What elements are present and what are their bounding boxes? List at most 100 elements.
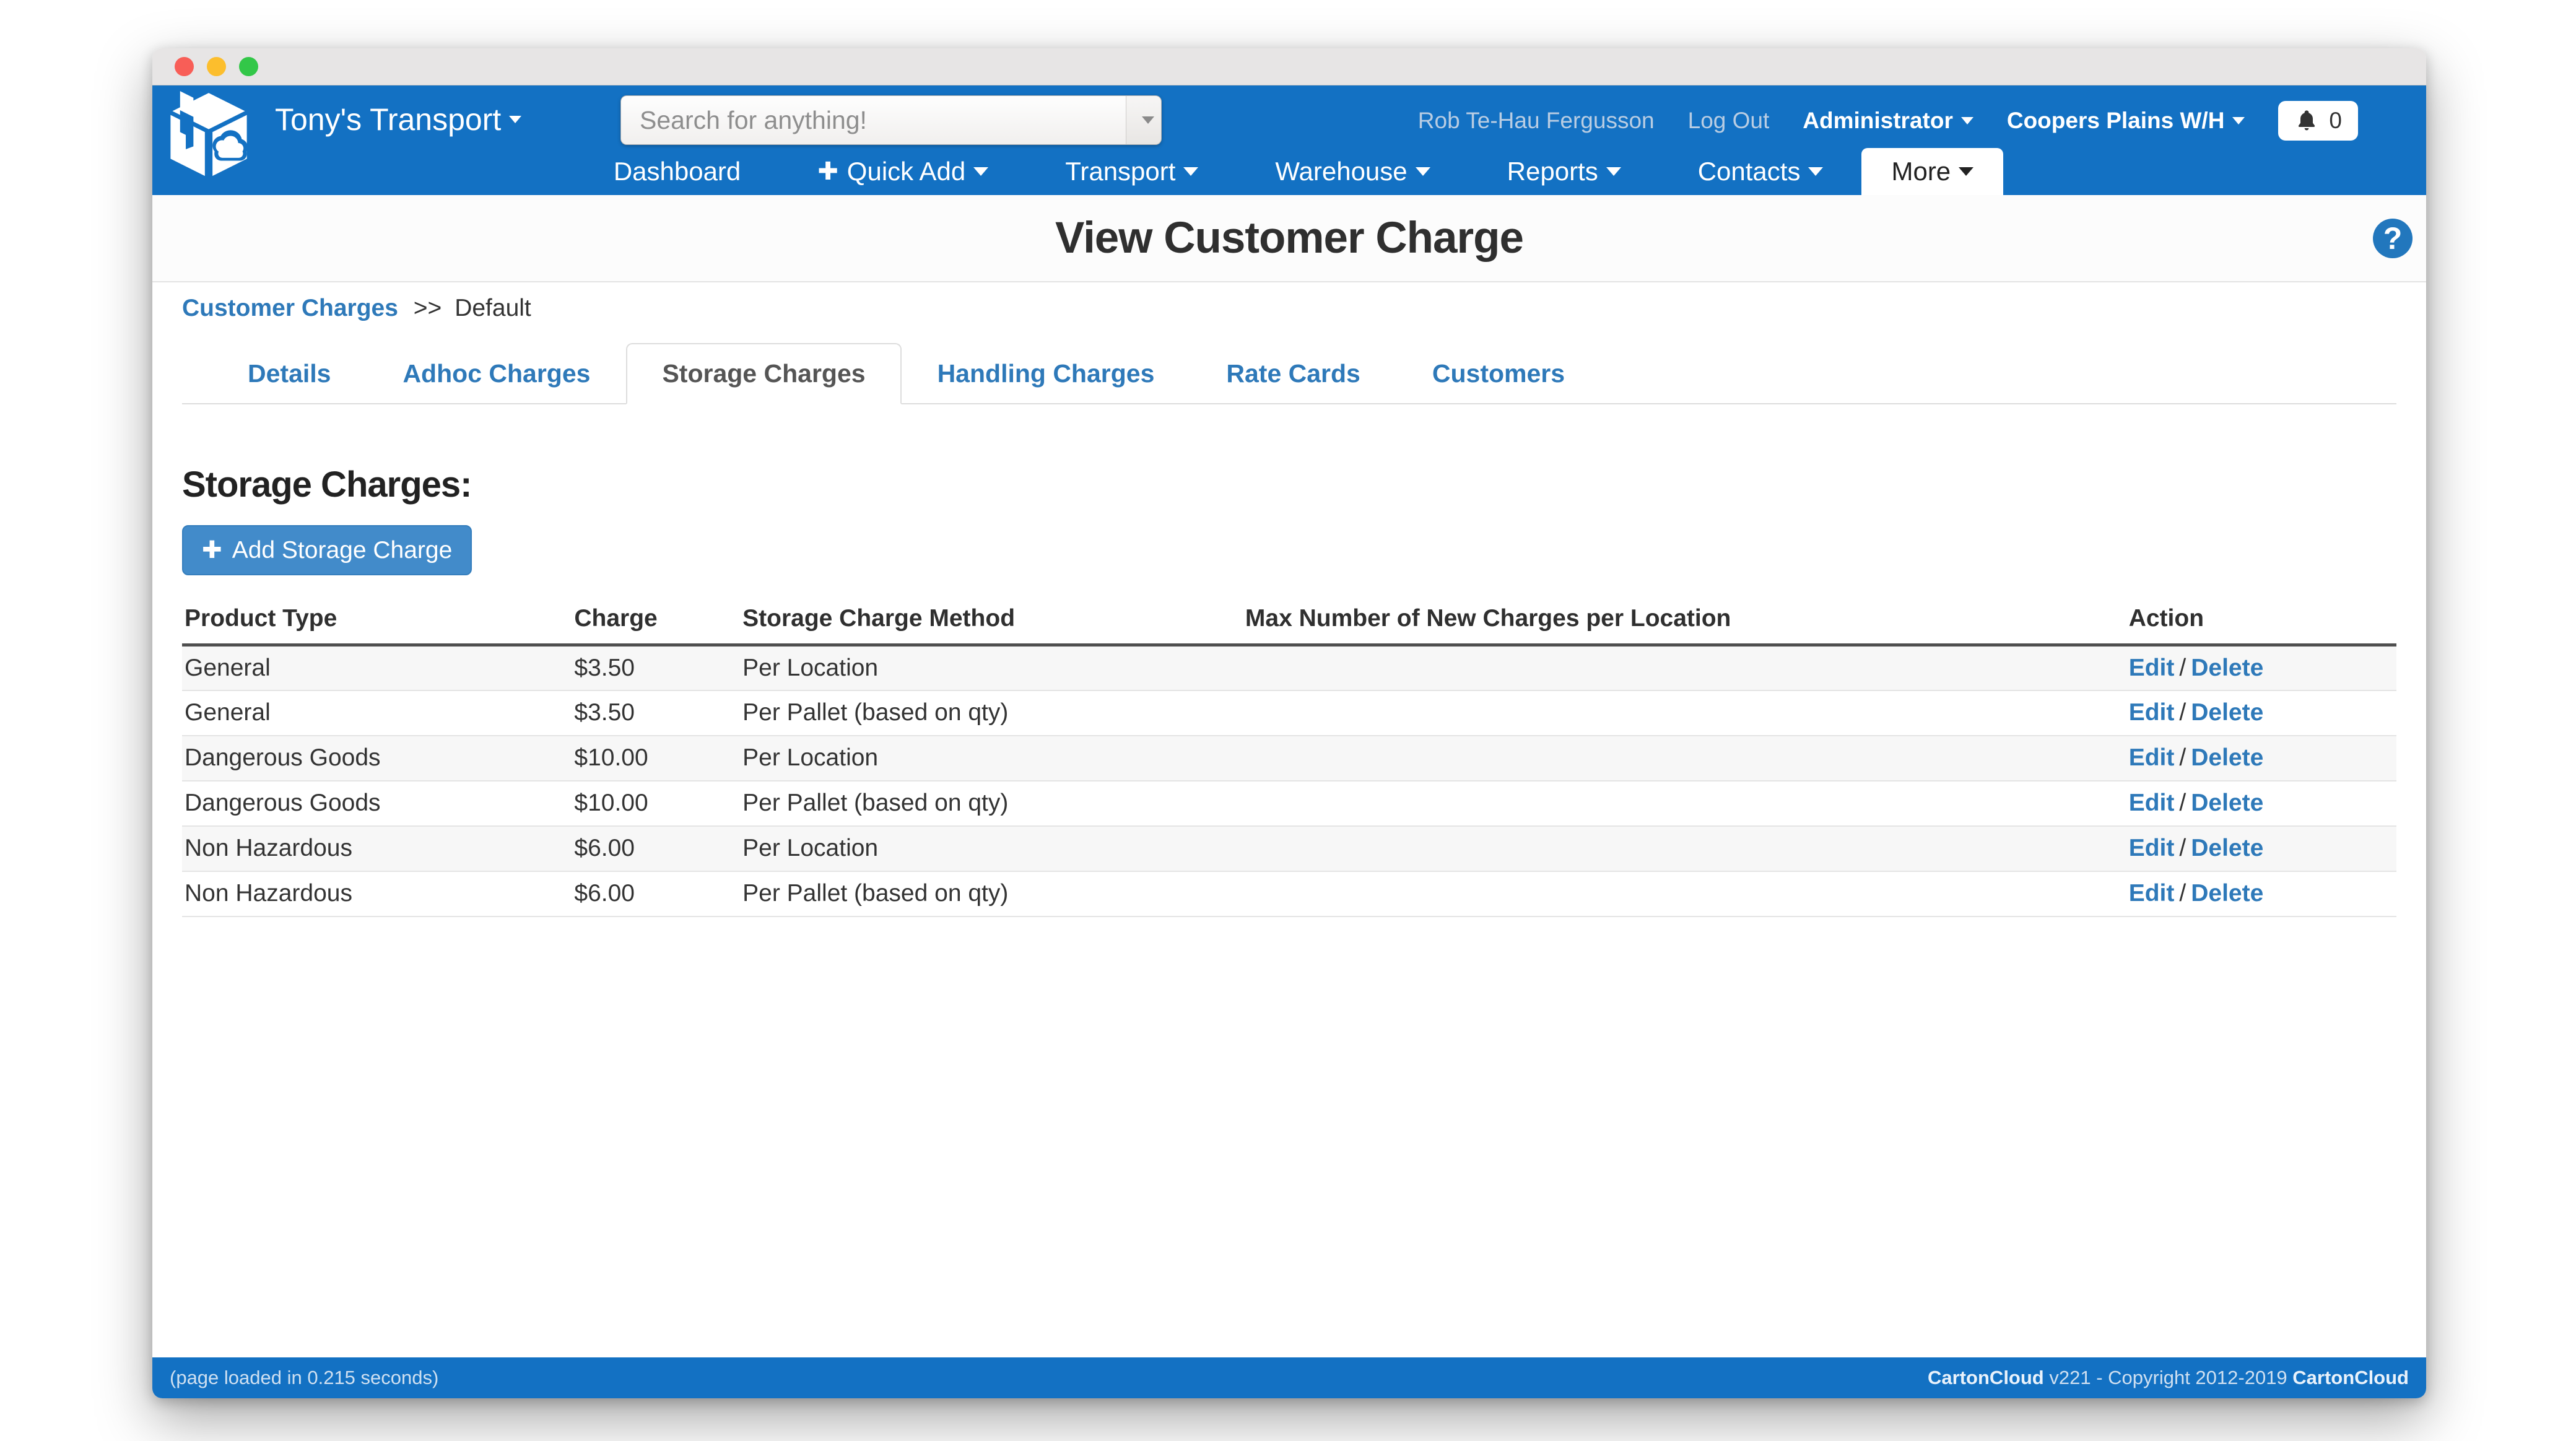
edit-link[interactable]: Edit bbox=[2129, 880, 2175, 907]
chevron-down-icon bbox=[1416, 167, 1430, 176]
edit-link[interactable]: Edit bbox=[2129, 744, 2175, 771]
main-nav: Dashboard ✚ Quick Add Transport Warehous… bbox=[152, 148, 2426, 195]
delete-link[interactable]: Delete bbox=[2191, 880, 2263, 907]
cell-max-charges bbox=[1243, 781, 2126, 826]
plus-icon: ✚ bbox=[202, 536, 222, 564]
nav-more[interactable]: More bbox=[1861, 148, 2003, 195]
tab-details[interactable]: Details bbox=[212, 343, 367, 404]
nav-contacts[interactable]: Contacts bbox=[1660, 148, 1862, 195]
warehouse-label: Coopers Plains W/H bbox=[2007, 108, 2225, 134]
cell-actions: Edit/Delete bbox=[2126, 826, 2396, 871]
global-search bbox=[620, 95, 1162, 145]
tab-storage-charges[interactable]: Storage Charges bbox=[626, 343, 901, 404]
edit-link[interactable]: Edit bbox=[2129, 699, 2175, 726]
notifications-button[interactable]: 0 bbox=[2278, 101, 2358, 141]
minimize-button[interactable] bbox=[207, 57, 226, 76]
action-separator: / bbox=[2179, 880, 2186, 907]
storage-charges-table: Product Type Charge Storage Charge Metho… bbox=[182, 605, 2396, 917]
cell-max-charges bbox=[1243, 871, 2126, 916]
bell-icon bbox=[2294, 108, 2319, 133]
page-content: Customer Charges >> Default Details Adho… bbox=[152, 295, 2426, 917]
tenant-menu[interactable]: Tony's Transport bbox=[275, 102, 521, 137]
tab-bar: Details Adhoc Charges Storage Charges Ha… bbox=[182, 343, 2396, 404]
delete-link[interactable]: Delete bbox=[2191, 790, 2263, 816]
chevron-down-icon bbox=[1961, 117, 1973, 124]
col-max-charges: Max Number of New Charges per Location bbox=[1243, 605, 2126, 645]
nav-label: Warehouse bbox=[1275, 157, 1407, 186]
page-load-time: (page loaded in 0.215 seconds) bbox=[170, 1367, 438, 1389]
edit-link[interactable]: Edit bbox=[2129, 835, 2175, 861]
tab-rate-cards[interactable]: Rate Cards bbox=[1190, 343, 1396, 404]
zoom-button[interactable] bbox=[239, 57, 258, 76]
plus-icon: ✚ bbox=[817, 157, 838, 186]
table-header-row: Product Type Charge Storage Charge Metho… bbox=[182, 605, 2396, 645]
nav-transport[interactable]: Transport bbox=[1027, 148, 1237, 195]
cell-product-type: Non Hazardous bbox=[182, 826, 572, 871]
role-dropdown[interactable]: Administrator bbox=[1803, 108, 1973, 134]
delete-link[interactable]: Delete bbox=[2191, 699, 2263, 726]
cell-method: Per Pallet (based on qty) bbox=[740, 871, 1243, 916]
delete-link[interactable]: Delete bbox=[2191, 835, 2263, 861]
search-scope-dropdown[interactable] bbox=[1126, 95, 1162, 145]
nav-label: Reports bbox=[1507, 157, 1598, 186]
breadcrumb-link-customer-charges[interactable]: Customer Charges bbox=[182, 295, 398, 321]
nav-quick-add[interactable]: ✚ Quick Add bbox=[779, 148, 1027, 195]
action-separator: / bbox=[2179, 655, 2186, 681]
nav-warehouse[interactable]: Warehouse bbox=[1237, 148, 1468, 195]
table-row: Dangerous Goods $10.00 Per Location Edit… bbox=[182, 736, 2396, 781]
tab-customers[interactable]: Customers bbox=[1396, 343, 1601, 404]
add-storage-charge-button[interactable]: ✚ Add Storage Charge bbox=[182, 525, 472, 575]
breadcrumb-current: Default bbox=[455, 295, 531, 321]
warehouse-dropdown[interactable]: Coopers Plains W/H bbox=[2007, 108, 2245, 134]
nav-label: Dashboard bbox=[614, 157, 741, 186]
window-titlebar bbox=[152, 48, 2426, 85]
tenant-name: Tony's Transport bbox=[275, 102, 501, 137]
col-storage-charge-method: Storage Charge Method bbox=[740, 605, 1243, 645]
delete-link[interactable]: Delete bbox=[2191, 655, 2263, 681]
cell-max-charges bbox=[1243, 736, 2126, 781]
copyright: CartonCloud v221 - Copyright 2012-2019 C… bbox=[1928, 1367, 2409, 1389]
cell-actions: Edit/Delete bbox=[2126, 781, 2396, 826]
action-separator: / bbox=[2179, 835, 2186, 861]
chevron-down-icon bbox=[1183, 167, 1198, 176]
nav-reports[interactable]: Reports bbox=[1469, 148, 1660, 195]
edit-link[interactable]: Edit bbox=[2129, 790, 2175, 816]
cell-method: Per Location bbox=[740, 645, 1243, 690]
cell-actions: Edit/Delete bbox=[2126, 690, 2396, 736]
app-footer: (page loaded in 0.215 seconds) CartonClo… bbox=[152, 1357, 2426, 1398]
cell-product-type: General bbox=[182, 690, 572, 736]
help-icon[interactable]: ? bbox=[2373, 219, 2413, 258]
cell-actions: Edit/Delete bbox=[2126, 645, 2396, 690]
user-name-link[interactable]: Rob Te-Hau Fergusson bbox=[1418, 108, 1655, 134]
logout-link[interactable]: Log Out bbox=[1688, 108, 1770, 134]
cell-method: Per Pallet (based on qty) bbox=[740, 781, 1243, 826]
nav-label: Transport bbox=[1065, 157, 1175, 186]
cell-charge: $10.00 bbox=[572, 781, 740, 826]
cell-product-type: General bbox=[182, 645, 572, 690]
chevron-down-icon bbox=[1959, 167, 1973, 176]
col-charge: Charge bbox=[572, 605, 740, 645]
add-button-label: Add Storage Charge bbox=[232, 537, 453, 564]
table-row: Non Hazardous $6.00 Per Location Edit/De… bbox=[182, 826, 2396, 871]
close-button[interactable] bbox=[175, 57, 194, 76]
cell-method: Per Location bbox=[740, 826, 1243, 871]
search-input[interactable] bbox=[620, 95, 1126, 145]
nav-label: More bbox=[1891, 157, 1951, 186]
cell-charge: $6.00 bbox=[572, 826, 740, 871]
delete-link[interactable]: Delete bbox=[2191, 744, 2263, 771]
edit-link[interactable]: Edit bbox=[2129, 655, 2175, 681]
chevron-down-icon bbox=[2232, 117, 2245, 124]
cell-charge: $6.00 bbox=[572, 871, 740, 916]
tab-adhoc-charges[interactable]: Adhoc Charges bbox=[367, 343, 626, 404]
chevron-down-icon bbox=[509, 116, 521, 123]
breadcrumb-separator: >> bbox=[414, 295, 442, 321]
chevron-down-icon bbox=[1606, 167, 1621, 176]
nav-dashboard[interactable]: Dashboard bbox=[575, 148, 779, 195]
tab-handling-charges[interactable]: Handling Charges bbox=[902, 343, 1191, 404]
cell-max-charges bbox=[1243, 690, 2126, 736]
chevron-down-icon bbox=[973, 167, 988, 176]
cell-method: Per Pallet (based on qty) bbox=[740, 690, 1243, 736]
cell-method: Per Location bbox=[740, 736, 1243, 781]
role-label: Administrator bbox=[1803, 108, 1953, 134]
cell-charge: $3.50 bbox=[572, 645, 740, 690]
